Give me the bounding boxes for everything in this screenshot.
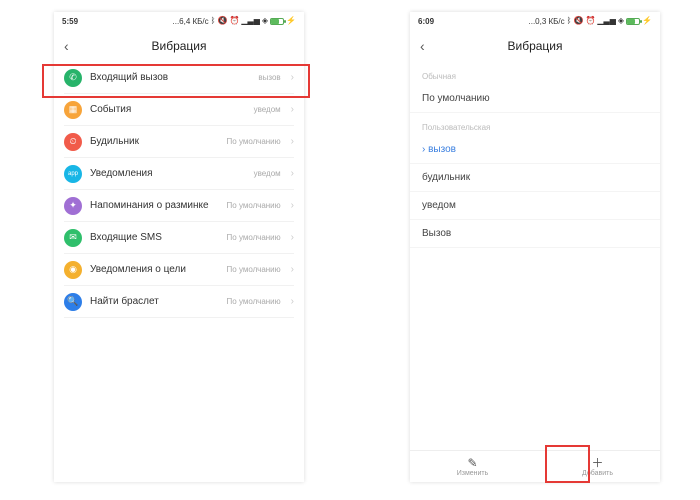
row-icon: ⏲ xyxy=(64,133,82,151)
bluetooth-icon: ᛒ xyxy=(567,17,572,25)
battery-icon xyxy=(626,18,640,25)
row-value: вызов xyxy=(258,73,280,82)
status-bar: 6:09 ...0,3 КБ/с ᛒ 🔇 ⏰ ▁▃▅ ◈ ⚡ xyxy=(410,12,660,30)
custom-option[interactable]: вызов xyxy=(410,136,660,164)
row-value: уведом xyxy=(254,105,281,114)
row-icon: ✉ xyxy=(64,229,82,247)
settings-row[interactable]: ✦ Напоминания о разминке По умолчанию › xyxy=(64,190,294,222)
row-label: Напоминания о разминке xyxy=(90,200,219,211)
add-button[interactable]: ＋ Добавить xyxy=(535,451,660,482)
bottom-bar: ✎ Изменить ＋ Добавить xyxy=(410,450,660,482)
row-label: Входящие SMS xyxy=(90,232,219,243)
section-custom-label: Пользовательская xyxy=(410,113,660,136)
status-data: ...0,3 КБ/с xyxy=(529,17,565,26)
option-default[interactable]: По умолчанию xyxy=(410,85,660,113)
settings-list: ✆ Входящий вызов вызов › ▦ События уведом › ⏲ Буд… xyxy=(54,62,304,318)
row-icon: app xyxy=(64,165,82,183)
row-icon: ◉ xyxy=(64,261,82,279)
row-label: Уведомления xyxy=(90,168,246,179)
battery-icon xyxy=(270,18,284,25)
settings-row[interactable]: ▦ События уведом › xyxy=(64,94,294,126)
section-default-label: Обычная xyxy=(410,62,660,85)
status-time: 6:09 xyxy=(418,17,434,26)
page-title: Вибрация xyxy=(507,39,562,53)
settings-row[interactable]: 🔍 Найти браслет По умолчанию › xyxy=(64,286,294,318)
row-label: Будильник xyxy=(90,136,219,147)
edit-label: Изменить xyxy=(457,470,489,477)
row-value: По умолчанию xyxy=(227,137,281,146)
row-icon: ✆ xyxy=(64,69,82,87)
chevron-right-icon: › xyxy=(291,200,294,211)
custom-option[interactable]: будильник xyxy=(410,164,660,192)
row-icon: ▦ xyxy=(64,101,82,119)
bluetooth-icon: ᛒ xyxy=(211,17,216,25)
status-indicators: ...0,3 КБ/с ᛒ 🔇 ⏰ ▁▃▅ ◈ ⚡ xyxy=(529,17,653,26)
edit-icon: ✎ xyxy=(467,457,477,469)
settings-row[interactable]: app Уведомления уведом › xyxy=(64,158,294,190)
signal-icon: ▁▃▅ xyxy=(597,17,615,25)
wifi-icon: ◈ xyxy=(262,17,268,25)
row-value: По умолчанию xyxy=(227,297,281,306)
page-title: Вибрация xyxy=(151,39,206,53)
alarm-icon: ⏰ xyxy=(585,17,595,25)
status-bar: 5:59 ...6,4 КБ/с ᛒ 🔇 ⏰ ▁▃▅ ◈ ⚡ xyxy=(54,12,304,30)
charging-icon: ⚡ xyxy=(286,17,296,25)
phone-left: 5:59 ...6,4 КБ/с ᛒ 🔇 ⏰ ▁▃▅ ◈ ⚡ ‹ Вибраци… xyxy=(54,12,304,482)
row-icon: 🔍 xyxy=(64,293,82,311)
custom-option[interactable]: уведом xyxy=(410,192,660,220)
wifi-icon: ◈ xyxy=(618,17,624,25)
mute-icon: 🔇 xyxy=(217,17,227,25)
header: ‹ Вибрация xyxy=(54,30,304,62)
settings-row[interactable]: ✆ Входящий вызов вызов › xyxy=(64,62,294,94)
back-button[interactable]: ‹ xyxy=(420,30,425,62)
status-time: 5:59 xyxy=(62,17,78,26)
phone-right: 6:09 ...0,3 КБ/с ᛒ 🔇 ⏰ ▁▃▅ ◈ ⚡ ‹ Вибраци… xyxy=(410,12,660,482)
row-label: События xyxy=(90,104,246,115)
status-indicators: ...6,4 КБ/с ᛒ 🔇 ⏰ ▁▃▅ ◈ ⚡ xyxy=(173,17,297,26)
status-data: ...6,4 КБ/с xyxy=(173,17,209,26)
add-label: Добавить xyxy=(582,470,613,477)
row-value: По умолчанию xyxy=(227,265,281,274)
row-value: уведом xyxy=(254,169,281,178)
signal-icon: ▁▃▅ xyxy=(241,17,259,25)
row-label: Уведомления о цели xyxy=(90,264,219,275)
row-label: Найти браслет xyxy=(90,296,219,307)
row-value: По умолчанию xyxy=(227,201,281,210)
back-button[interactable]: ‹ xyxy=(64,30,69,62)
charging-icon: ⚡ xyxy=(642,17,652,25)
settings-row[interactable]: ◉ Уведомления о цели По умолчанию › xyxy=(64,254,294,286)
alarm-icon: ⏰ xyxy=(229,17,239,25)
body: Обычная По умолчанию Пользовательская вы… xyxy=(410,62,660,450)
settings-row[interactable]: ✉ Входящие SMS По умолчанию › xyxy=(64,222,294,254)
mute-icon: 🔇 xyxy=(573,17,583,25)
chevron-right-icon: › xyxy=(291,72,294,83)
row-value: По умолчанию xyxy=(227,233,281,242)
custom-option[interactable]: Вызов xyxy=(410,220,660,248)
header: ‹ Вибрация xyxy=(410,30,660,62)
chevron-right-icon: › xyxy=(291,136,294,147)
edit-button[interactable]: ✎ Изменить xyxy=(410,451,535,482)
chevron-right-icon: › xyxy=(291,232,294,243)
chevron-right-icon: › xyxy=(291,296,294,307)
custom-list: вызовбудильникуведомВызов xyxy=(410,136,660,248)
chevron-right-icon: › xyxy=(291,264,294,275)
row-icon: ✦ xyxy=(64,197,82,215)
chevron-right-icon: › xyxy=(291,104,294,115)
settings-row[interactable]: ⏲ Будильник По умолчанию › xyxy=(64,126,294,158)
plus-icon: ＋ xyxy=(591,457,603,469)
chevron-right-icon: › xyxy=(291,168,294,179)
row-label: Входящий вызов xyxy=(90,72,250,83)
